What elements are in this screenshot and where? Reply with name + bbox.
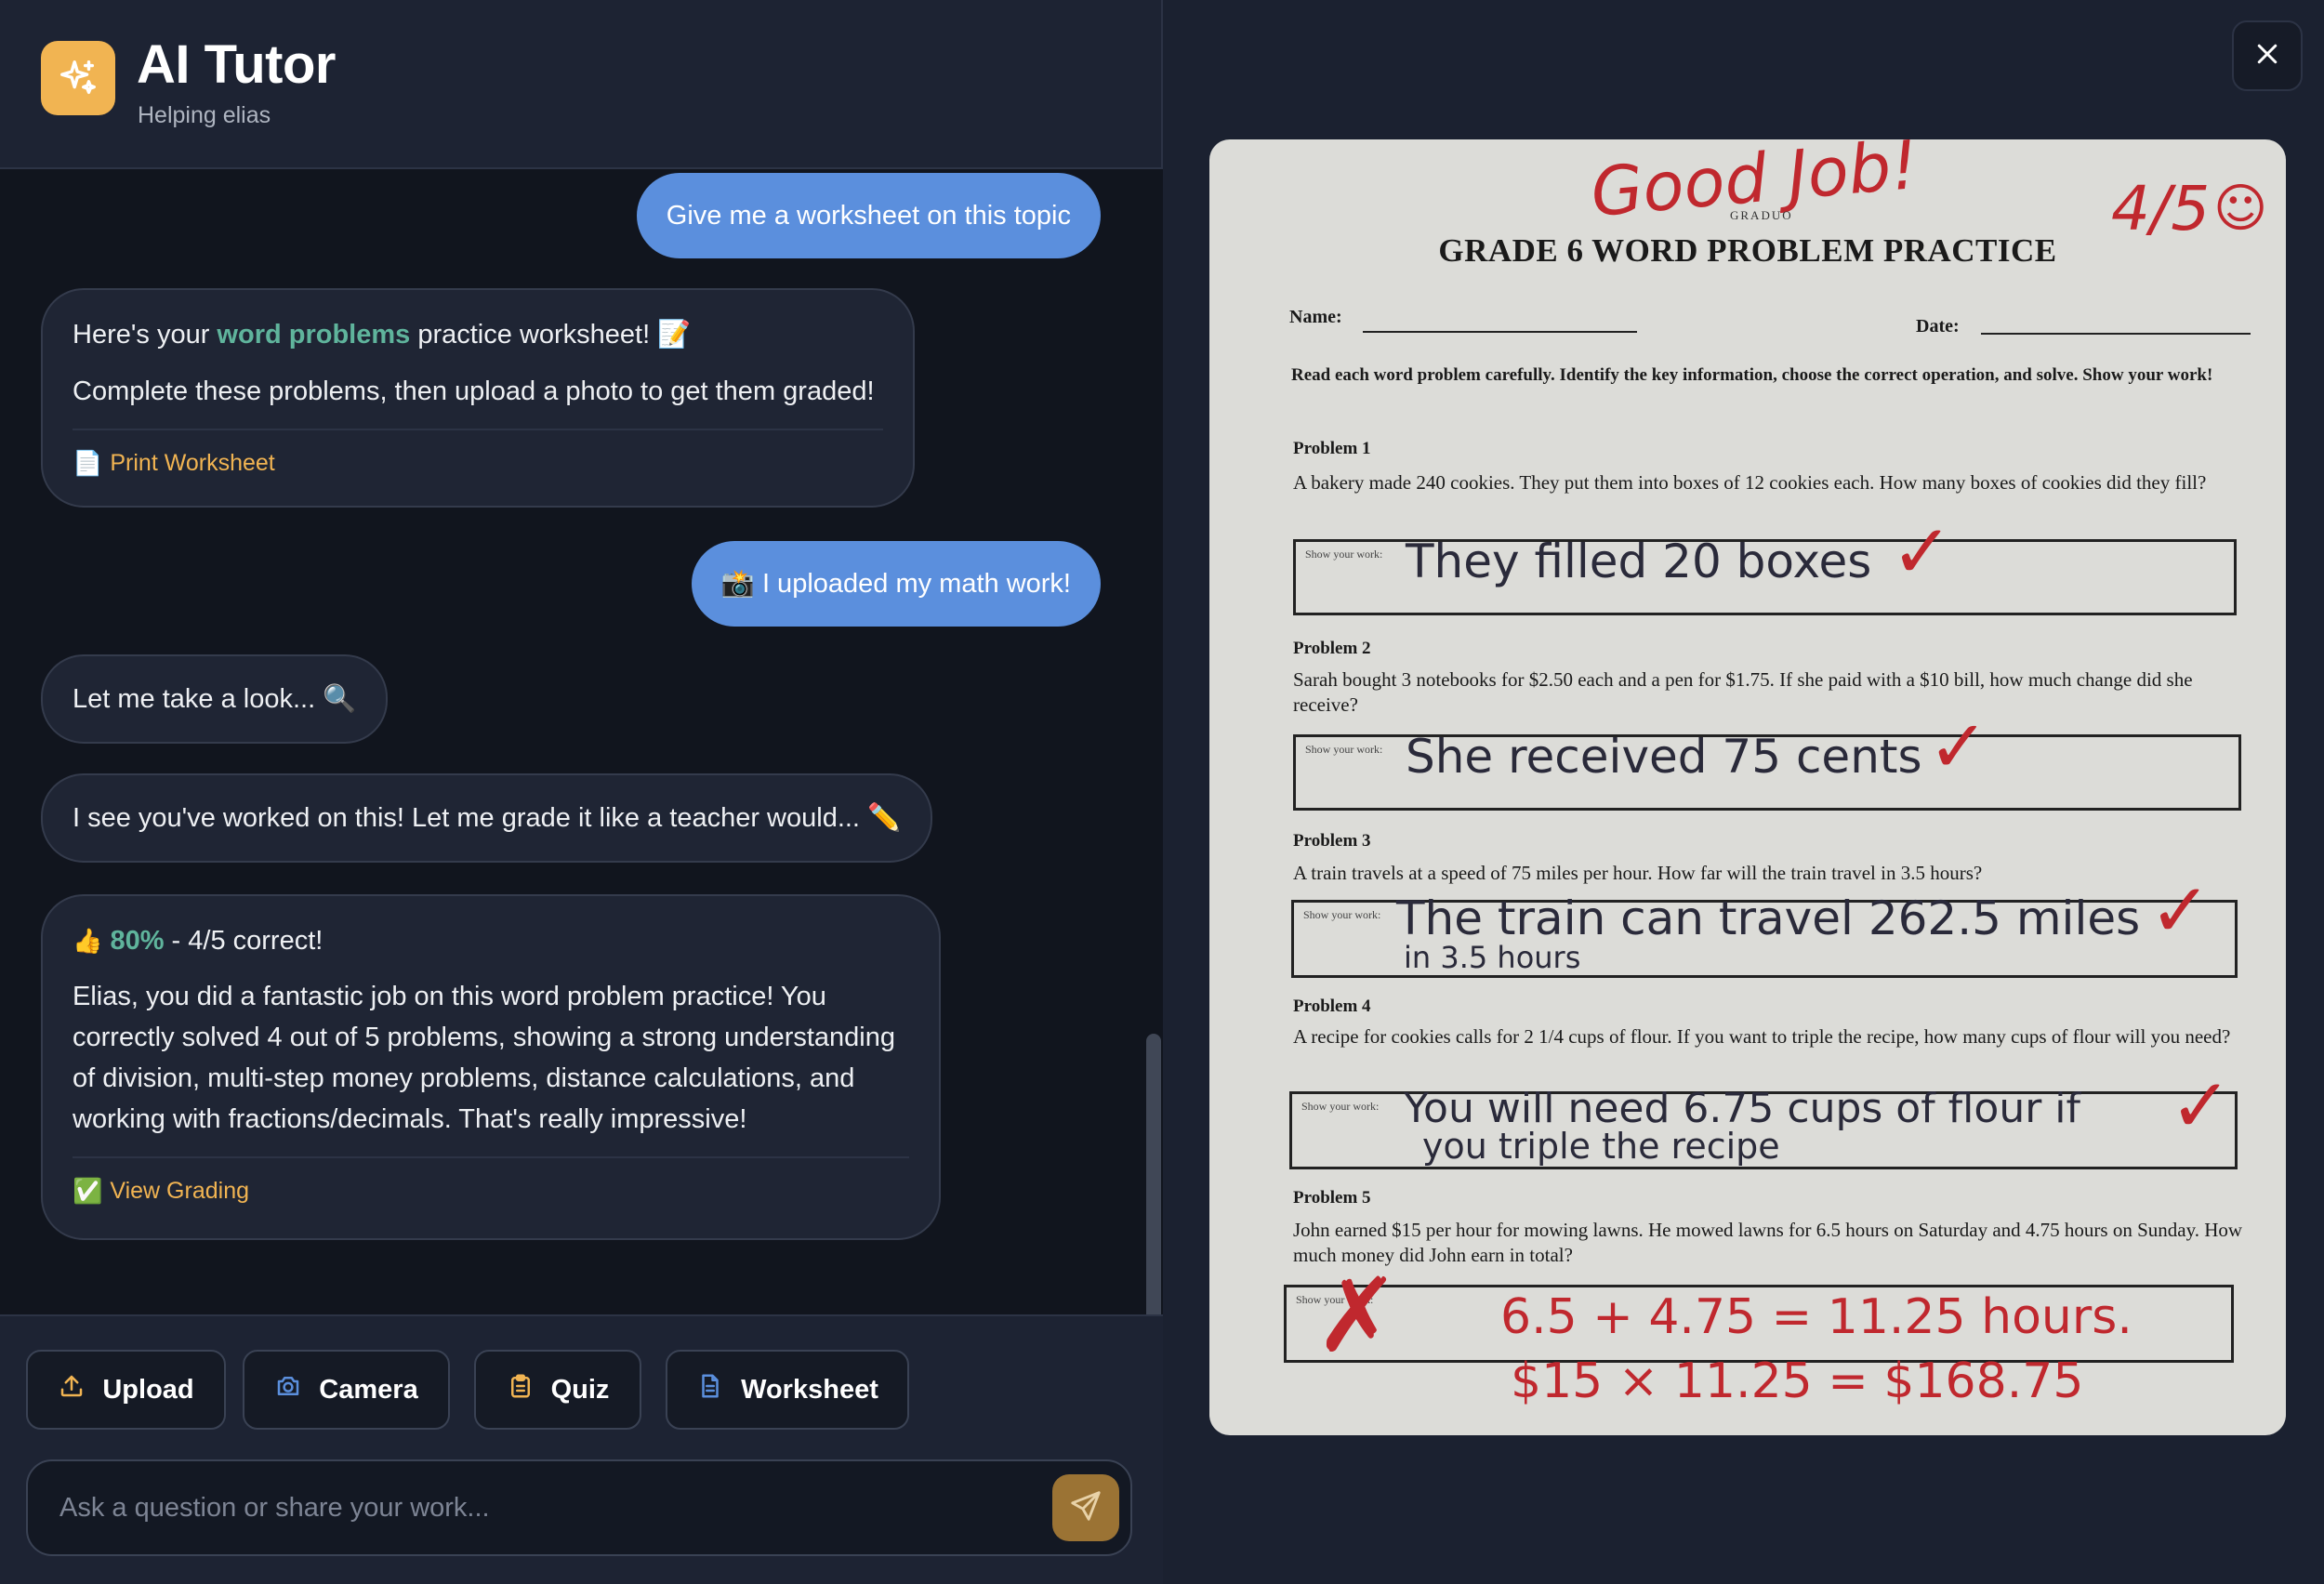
ai-message: Let me take a look... 🔍 [41, 654, 389, 744]
view-grading-link[interactable]: ✅ View Grading [73, 1177, 909, 1206]
ai-message-worksheet: Here's your word problems practice works… [41, 288, 915, 508]
message-divider [73, 1156, 909, 1158]
handwritten-answer-line2: you triple the recipe [1422, 1126, 1780, 1167]
correct-mark: ✓ [2170, 1063, 2233, 1149]
correct-mark: ✓ [2149, 867, 2212, 954]
chat-scrollbar[interactable] [1146, 1034, 1161, 1314]
worksheet-button[interactable]: Worksheet [666, 1350, 909, 1430]
app-title: AI Tutor [137, 34, 336, 95]
score-line: 👍 80% - 4/5 correct! [73, 920, 909, 961]
problem-label: Problem 1 [1293, 439, 1371, 458]
problem-text: A recipe for cookies calls for 2 1/4 cup… [1293, 1025, 2231, 1048]
work-box: Show your work: ✗ 6.5 + 4.75 = 11.25 hou… [1284, 1256, 2234, 1375]
send-button[interactable] [1052, 1474, 1119, 1541]
chat-panel: AI Tutor Helping elias Give me a workshe… [0, 0, 1163, 1584]
worksheet-instructions: Read each word problem carefully. Identi… [1291, 365, 2213, 385]
send-icon [1068, 1488, 1103, 1528]
teacher-correction: $15 × 11.25 = $168.75 [1511, 1353, 2084, 1409]
close-button[interactable] [2232, 20, 2303, 91]
problem-label: Problem 2 [1293, 639, 1371, 658]
composer-toolbar: Upload Camera Quiz Worksheet [0, 1314, 1163, 1584]
smiley-note: ☺ [2213, 178, 2268, 239]
problem-text: John earned $15 per hour for mowing lawn… [1293, 1219, 2243, 1266]
problem-text: Sarah bought 3 notebooks for $2.50 each … [1293, 668, 2193, 716]
date-label: Date: [1916, 316, 1960, 337]
worksheet-title: GRADE 6 WORD PROBLEM PRACTICE [1438, 232, 2057, 269]
upload-icon [58, 1372, 86, 1407]
teacher-correction: 6.5 + 4.75 = 11.25 hours. [1500, 1289, 2133, 1345]
topic-highlight: word problems [217, 320, 411, 350]
correct-mark: ✓ [1928, 706, 1989, 789]
handwritten-answer: She received 75 cents [1406, 730, 1922, 784]
close-icon [2253, 40, 2281, 73]
sparkles-icon [41, 41, 115, 115]
incorrect-mark: ✗ [1314, 1256, 1401, 1375]
print-worksheet-label: Print Worksheet [110, 450, 275, 476]
print-worksheet-link[interactable]: 📄 Print Worksheet [73, 449, 883, 478]
handwritten-answer: The train can travel 262.5 miles [1396, 891, 2141, 945]
message-divider [73, 429, 883, 430]
document-icon: 📄 [73, 449, 103, 477]
message-composer [26, 1459, 1132, 1556]
work-box: Show your work: You will need 6.75 cups … [1289, 1063, 2238, 1169]
upload-button[interactable]: Upload [26, 1350, 226, 1430]
ai-message-grading: 👍 80% - 4/5 correct! Elias, you did a fa… [41, 894, 941, 1240]
quiz-button[interactable]: Quiz [474, 1350, 641, 1430]
chat-header: AI Tutor Helping elias [0, 0, 1163, 169]
handwritten-answer: They filled 20 boxes [1406, 535, 1872, 588]
problem-label: Problem 3 [1293, 831, 1371, 851]
problem-text: A bakery made 240 cookies. They put them… [1293, 471, 2207, 494]
work-box: Show your work: She received 75 cents ✓ [1293, 706, 2241, 811]
camera-icon [274, 1372, 302, 1407]
problem-label: Problem 4 [1293, 997, 1371, 1016]
check-icon: ✅ [73, 1177, 103, 1205]
chat-messages[interactable]: Give me a worksheet on this topic Here's… [0, 169, 1163, 1314]
camera-button[interactable]: Camera [243, 1350, 450, 1430]
ai-message: I see you've worked on this! Let me grad… [41, 773, 933, 863]
problem-text: A train travels at a speed of 75 miles p… [1293, 862, 1983, 884]
problem-label: Problem 5 [1293, 1188, 1371, 1208]
uploaded-worksheet-photo: Good Job! 4/5 ☺ GRADUO GRADE 6 WORD PROB… [1209, 139, 2286, 1435]
user-message: Give me a worksheet on this topic [636, 173, 1101, 258]
score-percent: 80% [110, 926, 165, 956]
score-text: - 4/5 correct! [164, 926, 324, 956]
thumbs-up-icon: 👍 [73, 927, 103, 955]
correct-mark: ✓ [1891, 508, 1954, 595]
handwritten-answer-line2: in 3.5 hours [1404, 940, 1581, 975]
date-line [1981, 333, 2251, 335]
ai-message-line: Complete these problems, then upload a p… [73, 376, 875, 406]
view-grading-label: View Grading [110, 1178, 249, 1204]
ai-message-text: Here's your word problems practice works… [73, 320, 692, 350]
image-viewer: Good Job! 4/5 ☺ GRADUO GRADE 6 WORD PROB… [1165, 0, 2324, 1584]
name-line [1363, 331, 1637, 333]
message-input[interactable] [59, 1461, 989, 1554]
worksheet-brand: GRADUO [1730, 208, 1793, 222]
app-subtitle: Helping elias [138, 102, 271, 128]
work-box: Show your work: They filled 20 boxes ✓ [1293, 508, 2237, 615]
grading-feedback: Elias, you did a fantastic job on this w… [73, 982, 895, 1134]
clipboard-icon [507, 1372, 535, 1407]
work-box: Show your work: The train can travel 262… [1291, 867, 2238, 978]
name-label: Name: [1289, 307, 1342, 327]
document-icon [696, 1372, 724, 1407]
user-message: 📸 I uploaded my math work! [691, 541, 1101, 627]
